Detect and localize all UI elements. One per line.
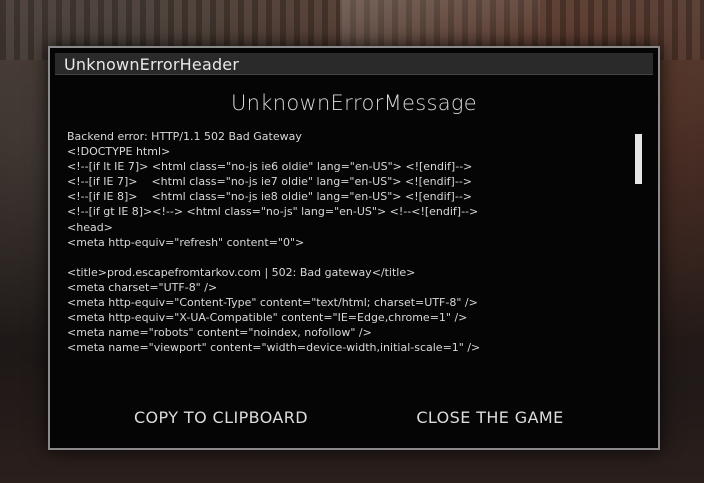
dialog-header: UnknownErrorHeader <box>55 53 653 75</box>
background-light <box>340 0 540 50</box>
log-line: Backend error: HTTP/1.1 502 Bad Gateway <box>67 130 302 143</box>
log-line: <meta http-equiv="X-UA-Compatible" conte… <box>67 311 468 325</box>
log-line: <!--[if IE 8]> <html class="no-js ie8 ol… <box>67 190 473 204</box>
log-line: <title>prod.escapefromtarkov.com | 502: … <box>67 265 416 279</box>
log-line: <meta http-equiv="Content-Type" content=… <box>67 296 478 310</box>
copy-to-clipboard-button[interactable]: COPY TO CLIPBOARD <box>130 406 312 430</box>
log-line: <!--[if lt IE 7]> <html class="no-js ie6… <box>67 160 473 174</box>
close-game-button[interactable]: CLOSE THE GAME <box>410 406 570 430</box>
error-dialog: UnknownErrorHeader UnknownErrorMessage B… <box>48 46 660 450</box>
error-message-title: UnknownErrorMessage <box>230 91 478 115</box>
log-scrollbar[interactable] <box>635 131 645 361</box>
log-line: <meta name="viewport" content="width=dev… <box>67 341 481 355</box>
log-line: <!--[if gt IE 8]><!--> <html class="no-j… <box>67 205 479 219</box>
log-line: <head> <box>67 220 113 234</box>
dialog-header-title: UnknownErrorHeader <box>64 55 240 74</box>
log-line: <meta charset="UTF-8" /> <box>67 280 218 294</box>
log-line: <meta name="robots" content="noindex, no… <box>67 326 372 340</box>
log-line: <!--[if IE 7]> <html class="no-js ie7 ol… <box>67 175 473 189</box>
log-line: <meta http-equiv="refresh" content="0"> <box>67 235 305 249</box>
error-log-text[interactable]: Backend error: HTTP/1.1 502 Bad Gateway <… <box>67 129 627 361</box>
log-scrollbar-thumb[interactable] <box>635 134 642 184</box>
log-line: <!DOCTYPE html> <box>67 145 171 159</box>
